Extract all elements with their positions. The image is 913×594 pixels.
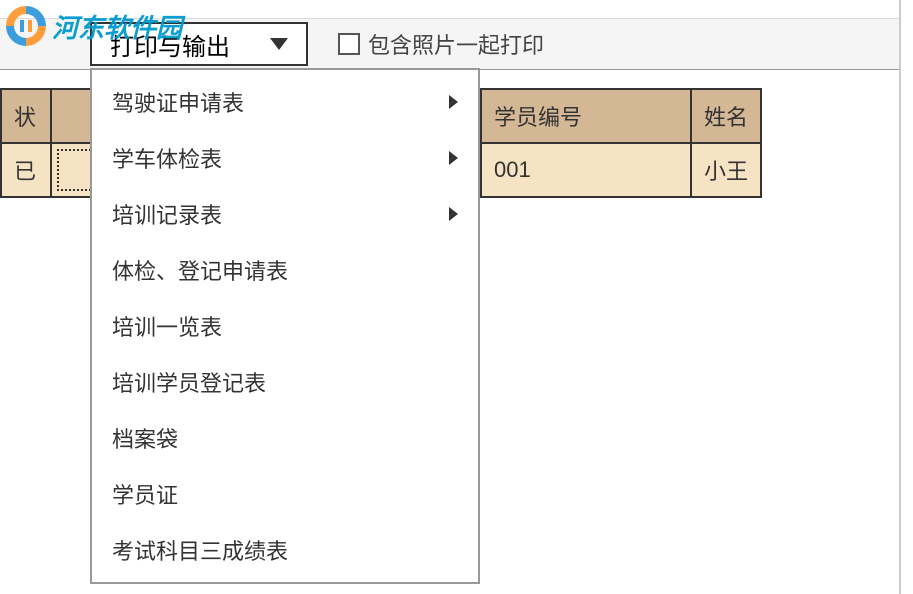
watermark-logo-container: 河东软件园 bbox=[2, 2, 182, 50]
menu-item-label: 体检、登记申请表 bbox=[112, 254, 288, 286]
menu-item-drivers-license-application[interactable]: 驾驶证申请表 bbox=[92, 74, 478, 130]
chevron-right-icon bbox=[449, 151, 458, 165]
table-cell-status: 已 bbox=[1, 143, 51, 197]
menu-item-driving-physical-exam[interactable]: 学车体检表 bbox=[92, 130, 478, 186]
table-header-student-id: 学员编号 bbox=[481, 89, 691, 143]
menu-item-training-student-registration[interactable]: 培训学员登记表 bbox=[92, 354, 478, 410]
menu-item-label: 考试科目三成绩表 bbox=[112, 534, 288, 566]
print-export-dropdown-menu: 驾驶证申请表 学车体检表 培训记录表 体检、登记申请表 培训一览表 培训学员登记… bbox=[90, 68, 480, 584]
watermark-text: 河东软件园 bbox=[52, 8, 182, 45]
menu-item-file-folder[interactable]: 档案袋 bbox=[92, 410, 478, 466]
table-header-status: 状 bbox=[1, 89, 51, 143]
chevron-right-icon bbox=[449, 207, 458, 221]
menu-item-exam-subject-3-score[interactable]: 考试科目三成绩表 bbox=[92, 522, 478, 578]
menu-item-physical-registration-application[interactable]: 体检、登记申请表 bbox=[92, 242, 478, 298]
menu-item-label: 培训记录表 bbox=[112, 198, 222, 230]
watermark-logo-icon bbox=[2, 2, 50, 50]
table-cell-name: 小王 bbox=[691, 143, 761, 197]
menu-item-training-overview[interactable]: 培训一览表 bbox=[92, 298, 478, 354]
menu-item-label: 学员证 bbox=[112, 478, 178, 510]
menu-item-training-record[interactable]: 培训记录表 bbox=[92, 186, 478, 242]
menu-item-label: 培训学员登记表 bbox=[112, 366, 266, 398]
chevron-right-icon bbox=[449, 95, 458, 109]
checkbox-label: 包含照片一起打印 bbox=[368, 28, 544, 60]
menu-item-label: 培训一览表 bbox=[112, 310, 222, 342]
right-border bbox=[899, 0, 913, 594]
menu-item-student-card[interactable]: 学员证 bbox=[92, 466, 478, 522]
table-cell-student-id: 001 bbox=[481, 143, 691, 197]
chevron-down-icon bbox=[270, 38, 288, 50]
menu-item-label: 档案袋 bbox=[112, 422, 178, 454]
menu-item-label: 学车体检表 bbox=[112, 142, 222, 174]
table-header-name: 姓名 bbox=[691, 89, 761, 143]
menu-item-label: 驾驶证申请表 bbox=[112, 86, 244, 118]
include-photo-checkbox-group[interactable]: 包含照片一起打印 bbox=[338, 28, 544, 60]
checkbox-icon[interactable] bbox=[338, 33, 360, 55]
